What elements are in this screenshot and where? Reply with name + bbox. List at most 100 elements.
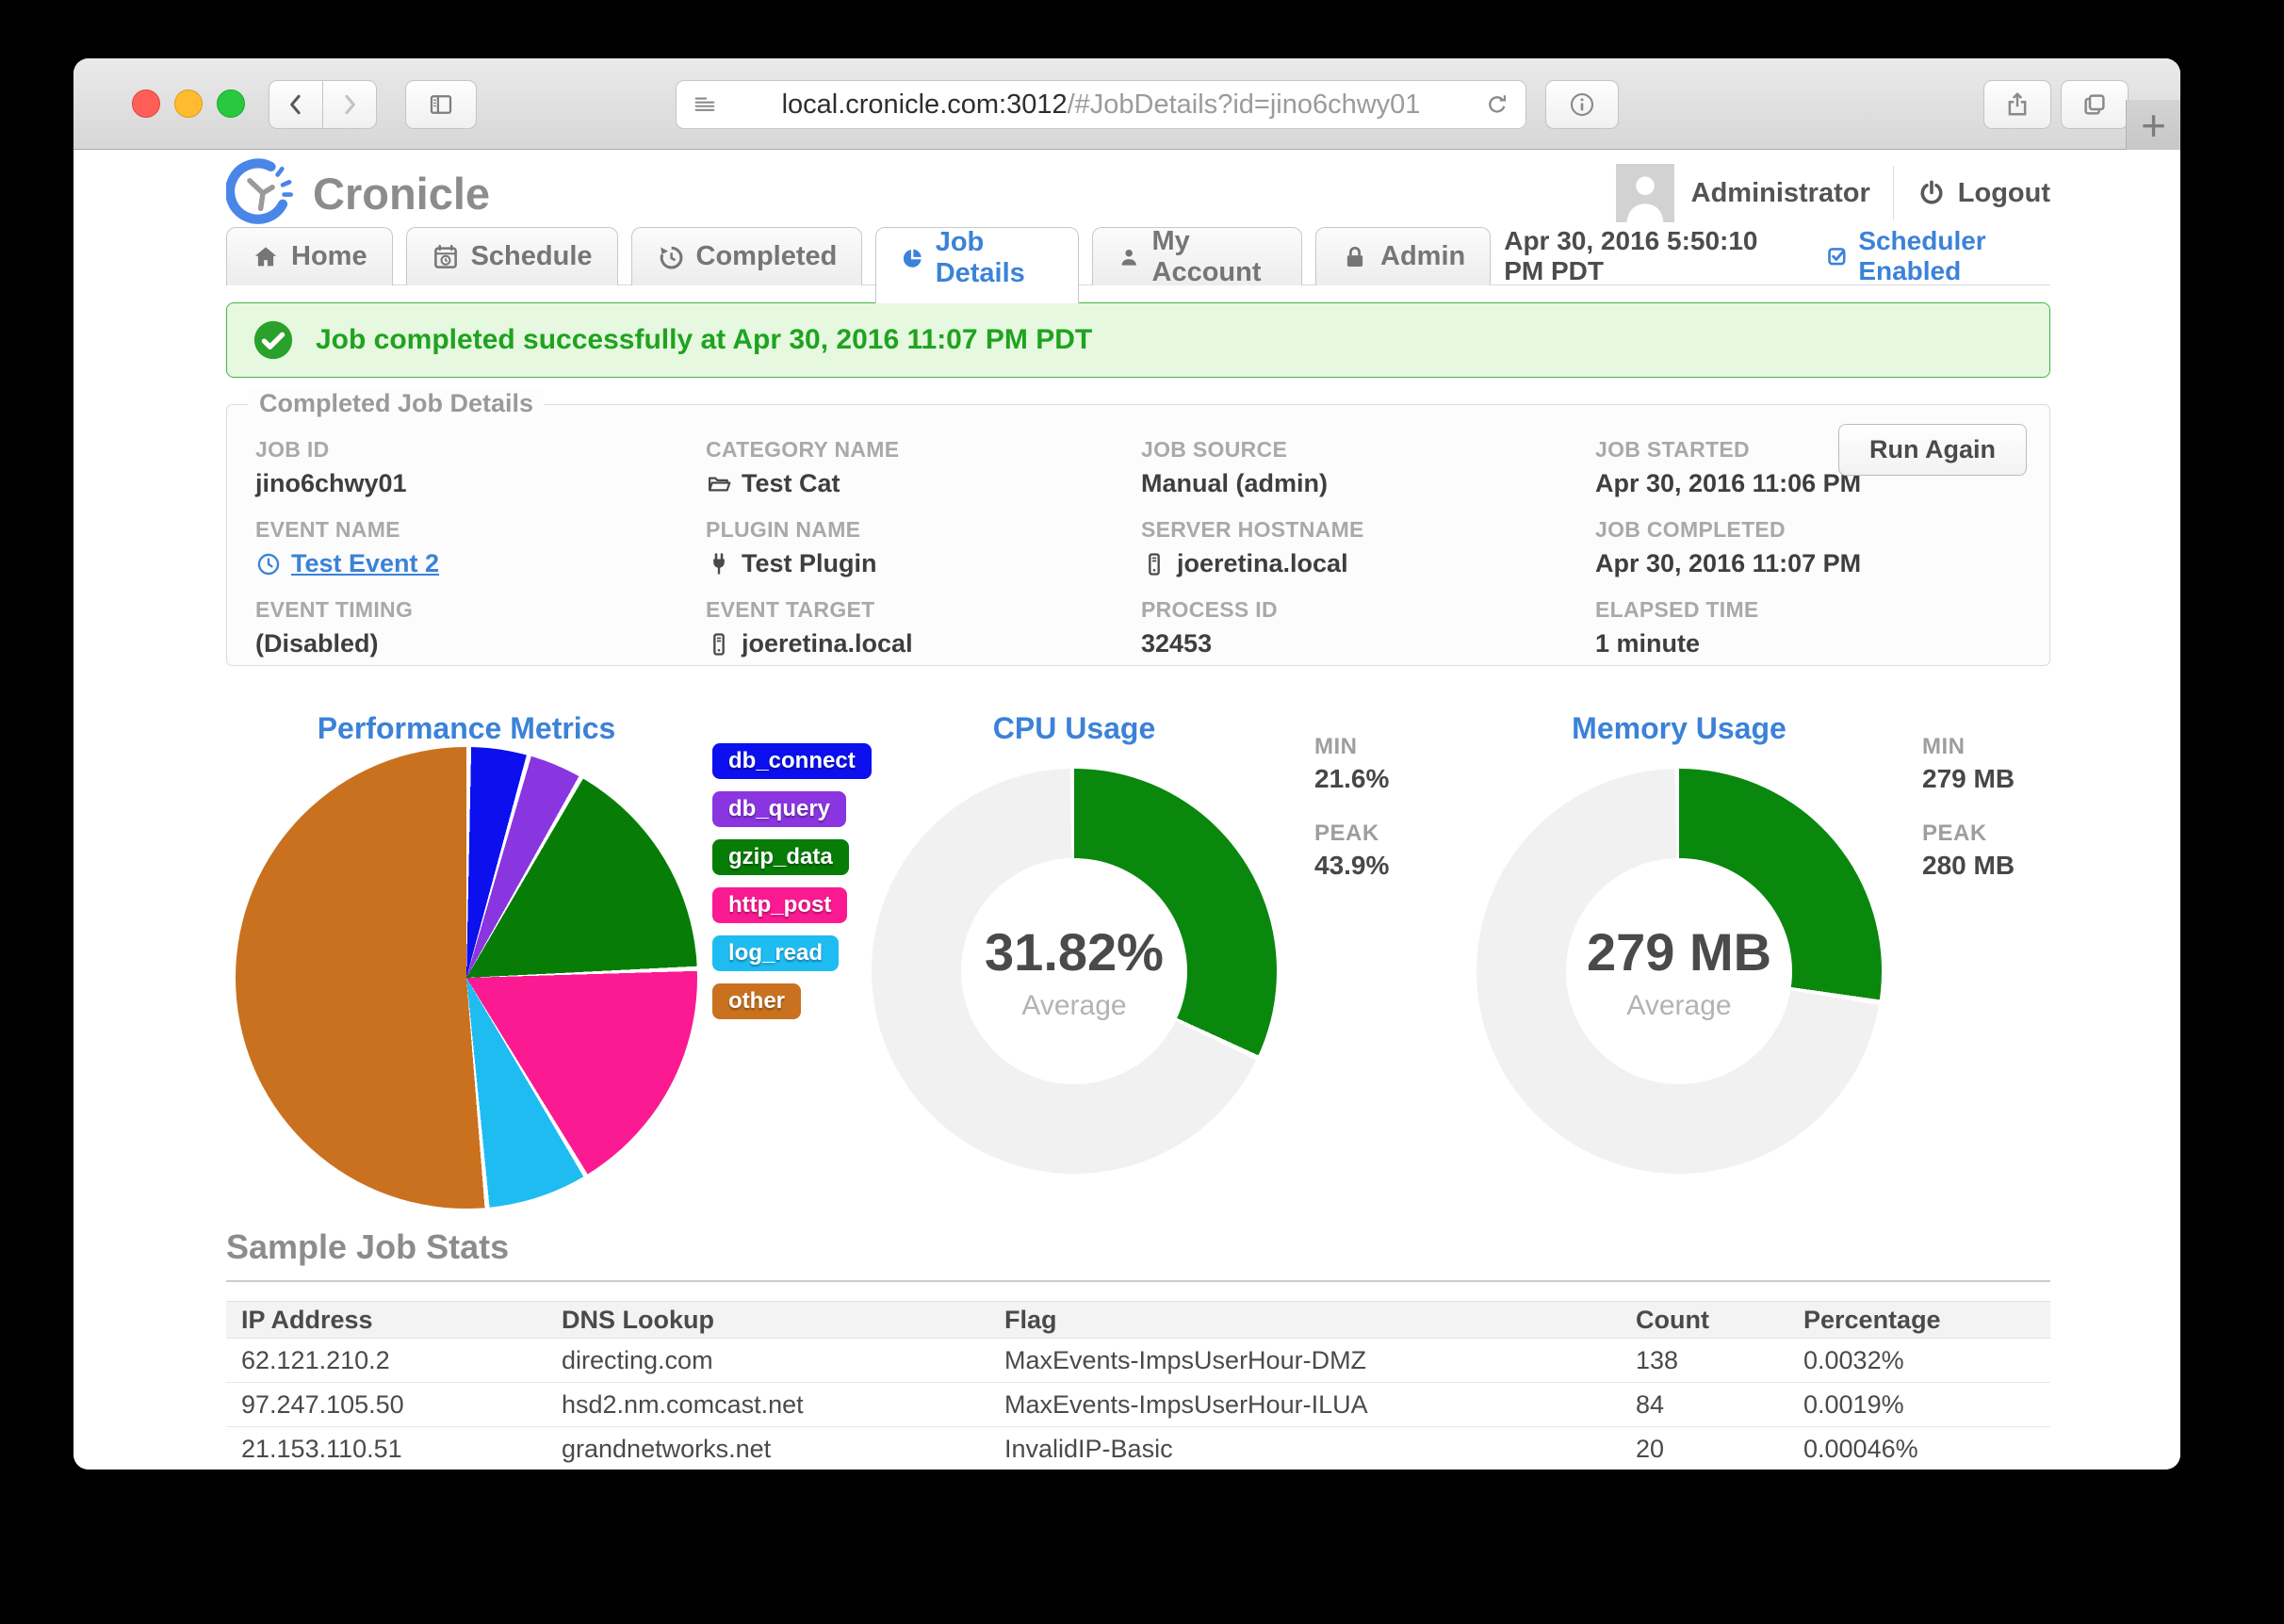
column-header: Count <box>1636 1305 1709 1334</box>
memory-average-label: Average <box>1626 989 1732 1021</box>
field-value: Test Cat <box>742 469 840 497</box>
run-again-button[interactable]: Run Again <box>1838 424 2027 476</box>
field-value: Test Plugin <box>742 549 877 577</box>
close-button[interactable] <box>132 89 160 118</box>
pie-legend: db_connect db_query gzip_data http_post … <box>712 743 872 1019</box>
cell-count: 84 <box>1636 1389 1665 1419</box>
field-value: 32453 <box>1141 629 1213 658</box>
field-value: 1 minute <box>1595 629 1701 658</box>
tabs-overview-icon <box>2084 94 2105 115</box>
scheduler-toggle[interactable]: Scheduler Enabled <box>1826 226 2050 286</box>
field-event-target: EVENT TARGET joeretina.local <box>706 597 913 658</box>
app-title: Cronicle <box>313 168 491 219</box>
field-plugin-name: PLUGIN NAME Test Plugin <box>706 517 877 577</box>
plug-icon <box>713 552 725 574</box>
cronicle-logo-icon <box>226 158 293 224</box>
field-job-id: JOB ID jino6chwy01 <box>255 437 407 497</box>
memory-donut-center: 279 MB Average <box>1566 858 1792 1084</box>
field-job-source: JOB SOURCE Manual (admin) <box>1141 437 1329 497</box>
url-text[interactable]: local.cronicle.com:3012/#JobDetails?id=j… <box>718 89 1484 121</box>
column-header: IP Address <box>241 1305 373 1334</box>
cpu-min-label: MIN <box>1314 734 1358 759</box>
column-header: DNS Lookup <box>562 1305 714 1334</box>
refresh-icon[interactable] <box>1484 91 1510 118</box>
pie-chart-icon <box>904 249 922 268</box>
cell-flag: InvalidIP-Basic <box>1004 1434 1173 1463</box>
user-icon <box>1121 249 1136 266</box>
event-name-link[interactable]: Test Event 2 <box>255 549 706 578</box>
cell-percentage: 0.00046% <box>1803 1434 1918 1463</box>
page-info-button[interactable] <box>1545 80 1619 129</box>
table-row: 97.247.105.50 hsd2.nm.comcast.net MaxEve… <box>226 1383 2050 1427</box>
cell-count: 20 <box>1636 1434 1665 1463</box>
legend-chip-other: other <box>712 983 801 1019</box>
browser-toolbar: local.cronicle.com:3012/#JobDetails?id=j… <box>73 58 2180 150</box>
cell-percentage: 0.0019% <box>1803 1389 1904 1419</box>
share-icon <box>2008 92 2027 116</box>
logout-button[interactable]: Logout <box>1917 178 2050 209</box>
forward-button[interactable] <box>322 80 377 129</box>
tab-job-details[interactable]: Job Details <box>875 227 1080 303</box>
tab-label: Admin <box>1380 241 1466 271</box>
reader-mode-icon[interactable] <box>692 91 718 118</box>
tab-admin[interactable]: Admin <box>1315 227 1492 285</box>
success-message: Job completed successfully at Apr 30, 20… <box>316 324 1093 355</box>
show-tabs-button[interactable] <box>2061 80 2129 129</box>
safari-window: local.cronicle.com:3012/#JobDetails?id=j… <box>73 58 2180 1470</box>
cpu-average-label: Average <box>1021 989 1127 1021</box>
field-job-completed: JOB COMPLETED Apr 30, 2016 11:07 PM <box>1595 517 1862 577</box>
share-button[interactable] <box>1983 80 2051 129</box>
cell-flag: MaxEvents-ImpsUserHour-DMZ <box>1004 1345 1367 1374</box>
tab-completed[interactable]: Completed <box>630 227 863 285</box>
legend-chip-log-read: log_read <box>712 935 840 971</box>
tab-home[interactable]: Home <box>226 227 393 285</box>
field-value: jino6chwy01 <box>255 469 407 497</box>
info-icon <box>1570 92 1594 117</box>
field-process-id: PROCESS ID 32453 <box>1141 597 1278 658</box>
check-circle-icon <box>253 320 293 360</box>
power-icon <box>1920 180 1943 204</box>
column-header: Percentage <box>1803 1305 1941 1334</box>
sidebar-toggle-button[interactable] <box>405 80 477 129</box>
cpu-donut-center: 31.82% Average <box>961 858 1187 1084</box>
cell-ip: 97.247.105.50 <box>241 1389 404 1419</box>
cpu-min-value: 21.6% <box>1314 764 1390 793</box>
address-bar[interactable]: local.cronicle.com:3012/#JobDetails?id=j… <box>676 80 1526 129</box>
legend-chip-db-connect: db_connect <box>712 743 872 779</box>
performance-pie <box>236 747 697 1209</box>
cell-count: 138 <box>1636 1345 1679 1374</box>
avatar <box>1615 164 1674 222</box>
tab-bar: Home Schedule Completed Job Details My A… <box>226 225 2050 303</box>
field-elapsed-time: ELAPSED TIME 1 minute <box>1595 597 1759 658</box>
cell-ip: 62.121.210.2 <box>241 1345 390 1374</box>
lock-icon <box>1346 246 1363 267</box>
cell-dns: directing.com <box>562 1345 713 1374</box>
user-area: Administrator Logout <box>1615 164 2050 222</box>
user-name[interactable]: Administrator <box>1691 178 1870 209</box>
memory-min-peak: MIN 279 MB PEAK 280 MB <box>1922 734 2015 907</box>
clock-icon <box>257 553 280 575</box>
memory-average-value: 279 MB <box>1586 921 1772 982</box>
field-value: (Disabled) <box>255 629 379 658</box>
sample-job-stats-section: Sample Job Stats IP Address DNS Lookup F… <box>226 1227 2050 1470</box>
tab-my-account[interactable]: My Account <box>1092 225 1302 287</box>
field-value: joeretina.local <box>1177 549 1348 577</box>
tab-schedule[interactable]: Schedule <box>405 227 618 285</box>
tab-bar-right: Apr 30, 2016 5:50:10 PM PDT Scheduler En… <box>1504 226 2050 286</box>
url-path: /#JobDetails?id=jino6chwy01 <box>1067 89 1421 120</box>
back-button[interactable] <box>269 80 323 129</box>
completed-job-details-panel: Completed Job Details Run Again JOB ID j… <box>226 389 2050 666</box>
field-value: joeretina.local <box>742 629 913 658</box>
minimize-button[interactable] <box>174 89 203 118</box>
scheduler-label: Scheduler Enabled <box>1858 226 1986 285</box>
new-tab-button[interactable]: + <box>2126 100 2180 150</box>
cpu-usage-donut: 31.82% Average <box>872 769 1277 1174</box>
home-icon <box>254 246 277 266</box>
tab-label: Schedule <box>470 241 593 271</box>
folder-icon <box>708 476 731 492</box>
cpu-usage-title: CPU Usage <box>992 711 1156 745</box>
memory-min-value: 279 MB <box>1922 764 2015 793</box>
tab-label: My Account <box>1151 225 1262 287</box>
forward-icon <box>345 94 355 115</box>
fullscreen-button[interactable] <box>217 89 245 118</box>
